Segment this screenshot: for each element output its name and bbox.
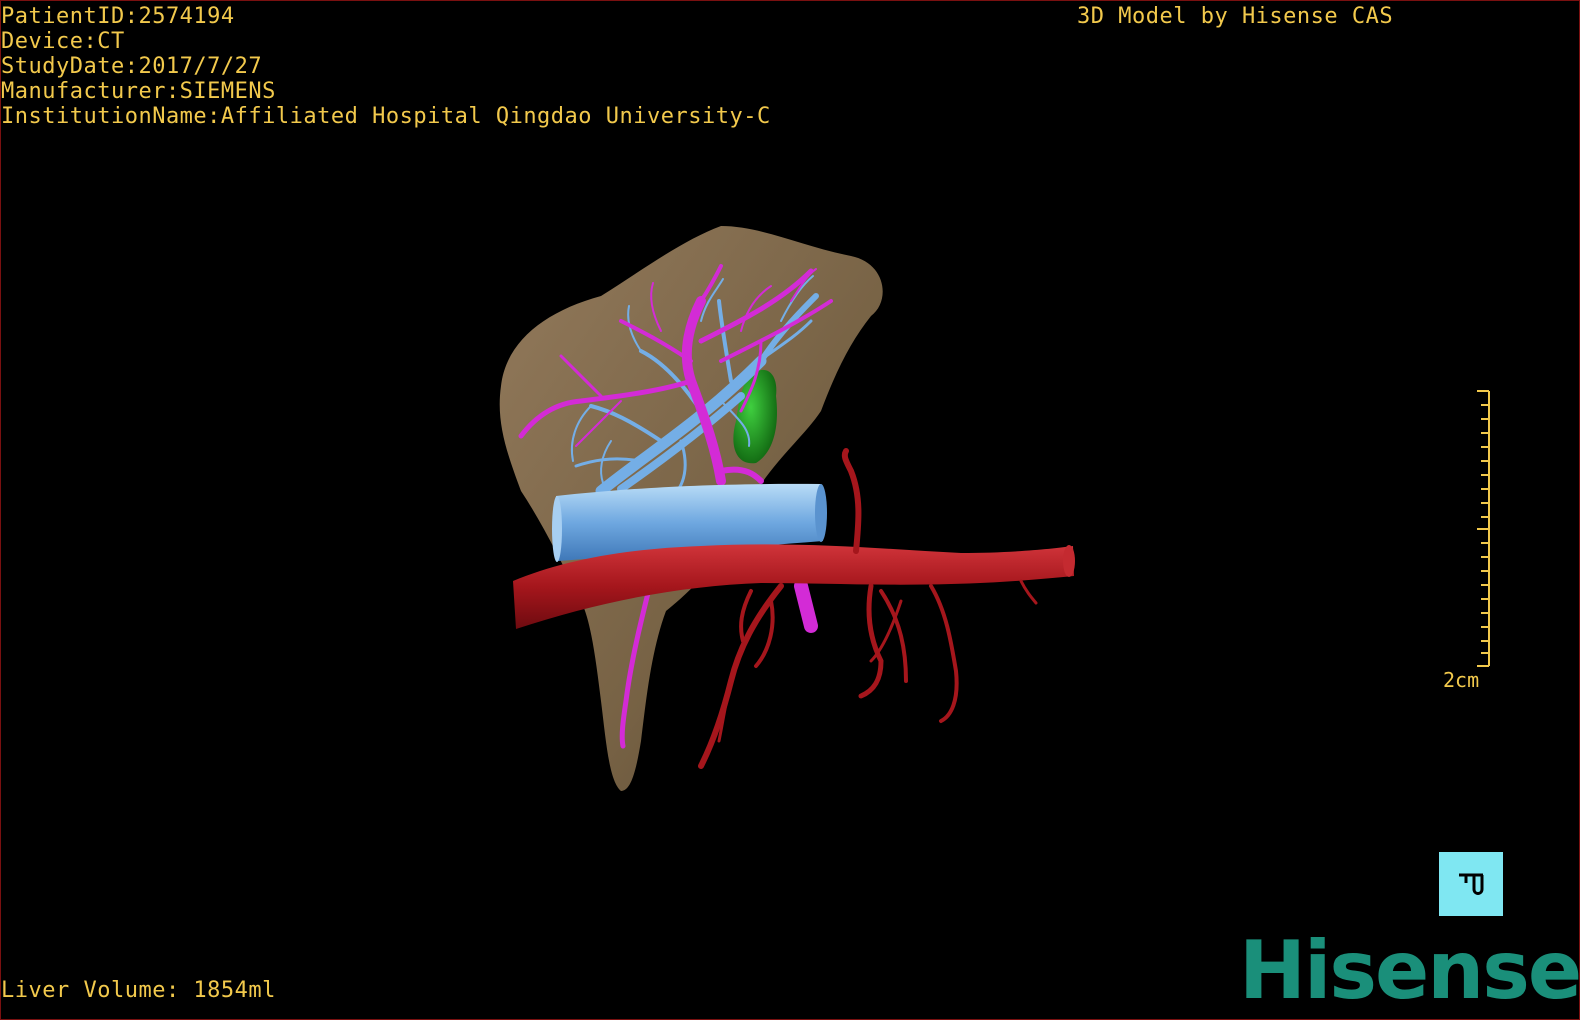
patient-id-label: PatientID:2574194 <box>1 4 235 29</box>
patient-info-overlay: PatientID:2574194 Device:CT StudyDate:2017… <box>1 4 771 129</box>
study-date-label: StudyDate:2017/7/27 <box>1 54 263 79</box>
orientation-button[interactable] <box>1439 852 1503 916</box>
scale-bar-label: 2cm <box>1443 668 1480 692</box>
liver-volume-label: Liver Volume: 1854ml <box>1 978 276 1003</box>
manufacturer-label: Manufacturer:SIEMENS <box>1 79 276 104</box>
orientation-cube-icon <box>1459 873 1484 895</box>
hisense-logo: Hisense <box>1239 924 1580 1017</box>
liver-3d-model[interactable] <box>1 1 1580 1020</box>
model-watermark: 3D Model by Hisense CAS <box>1077 4 1394 29</box>
device-label: Device:CT <box>1 29 125 54</box>
3d-viewport[interactable]: PatientID:2574194 Device:CT StudyDate:2017… <box>0 0 1580 1020</box>
scale-bar <box>1477 390 1490 667</box>
institution-label: InstitutionName:Affiliated Hospital Qing… <box>1 104 771 129</box>
